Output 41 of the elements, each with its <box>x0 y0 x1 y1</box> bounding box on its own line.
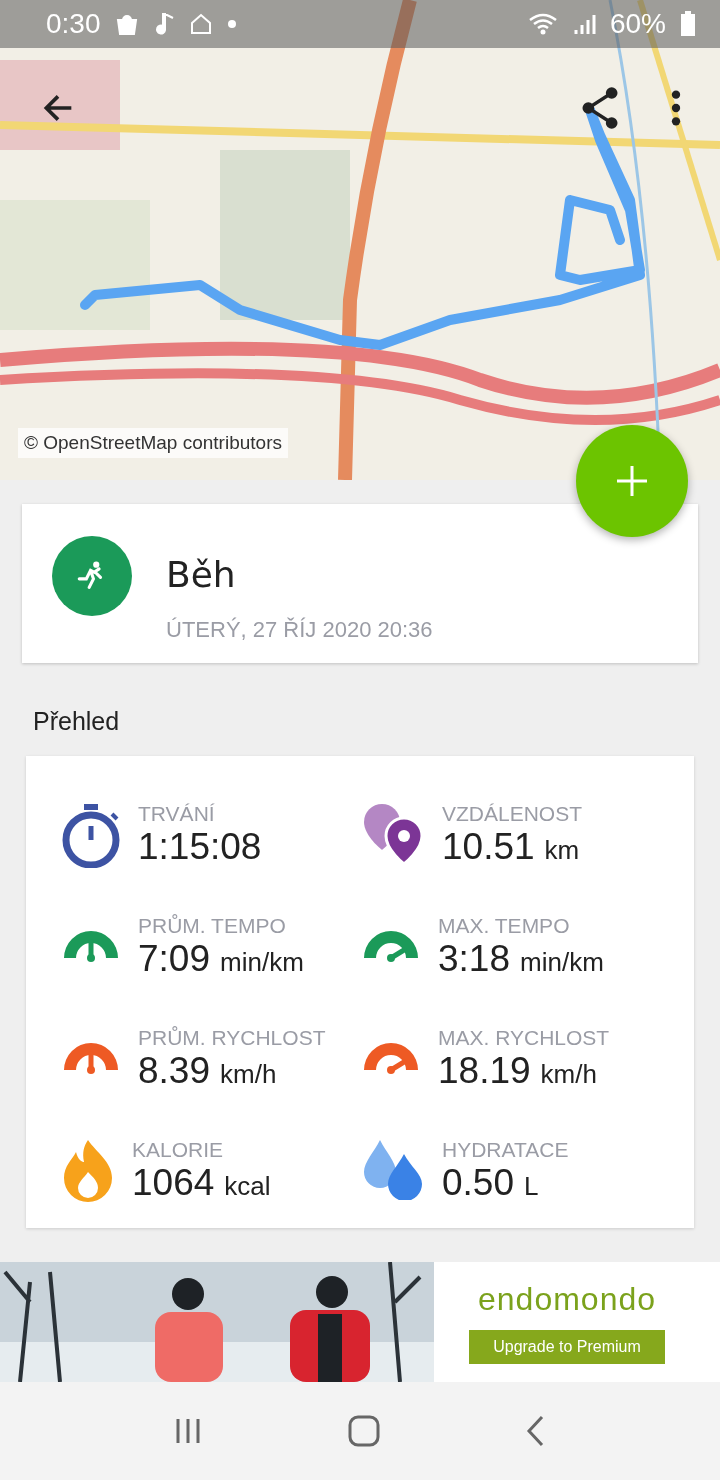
stat-value: 18.19 <box>438 1050 531 1092</box>
dot-icon <box>226 19 237 29</box>
stat-unit: min/km <box>520 947 604 978</box>
stat-label: MAX. RYCHLOST <box>438 1026 610 1050</box>
stat-value: 8.39 <box>138 1050 210 1092</box>
stopwatch-icon <box>60 802 122 868</box>
stat-unit: kcal <box>224 1171 271 1202</box>
stat-unit: km <box>544 835 580 866</box>
stat-label: VZDÁLENOST <box>442 802 583 826</box>
home-square-icon <box>347 1414 381 1448</box>
stat-unit: L <box>524 1171 539 1202</box>
plus-icon <box>615 464 649 498</box>
wifi-icon <box>527 12 558 36</box>
stat-unit: km/h <box>540 1059 597 1090</box>
activity-date: ÚTERÝ, 27 ŘÍJ 2020 20:36 <box>166 617 433 643</box>
battery-icon <box>680 11 696 37</box>
stat-label: KALORIE <box>132 1138 225 1162</box>
stat-value: 3:18 <box>438 938 510 980</box>
stat-label: MAX. TEMPO <box>438 914 571 938</box>
ad-banner[interactable]: endomondo Upgrade to Premium <box>0 1262 720 1382</box>
stat-unit: km/h <box>220 1059 277 1090</box>
stat-label: TRVÁNÍ <box>138 802 216 826</box>
upgrade-button[interactable]: Upgrade to Premium <box>469 1329 665 1364</box>
share-icon <box>580 86 620 130</box>
stat-label: PRŮM. TEMPO <box>138 914 287 938</box>
section-heading: Přehled <box>33 707 121 736</box>
map-attribution: © OpenStreetMap contributors <box>18 428 288 458</box>
activity-title: Běh <box>166 554 237 595</box>
stat-value: 1:15:08 <box>138 826 262 868</box>
home-icon <box>188 12 213 36</box>
brand-logo: endomondo <box>478 1280 656 1318</box>
stat-value: 10.51 <box>442 826 535 868</box>
clock: 0:30 <box>46 8 101 40</box>
battery-percentage: 60% <box>609 8 666 40</box>
stat-value: 1064 <box>132 1162 215 1204</box>
stat-label: HYDRATACE <box>442 1138 569 1162</box>
shopping-bag-icon <box>114 12 139 36</box>
stat-label: PRŮM. RYCHLOST <box>138 1026 326 1050</box>
stat-unit: min/km <box>220 947 304 978</box>
stat-value: 7:09 <box>138 938 210 980</box>
stat-value: 0.50 <box>442 1162 514 1204</box>
